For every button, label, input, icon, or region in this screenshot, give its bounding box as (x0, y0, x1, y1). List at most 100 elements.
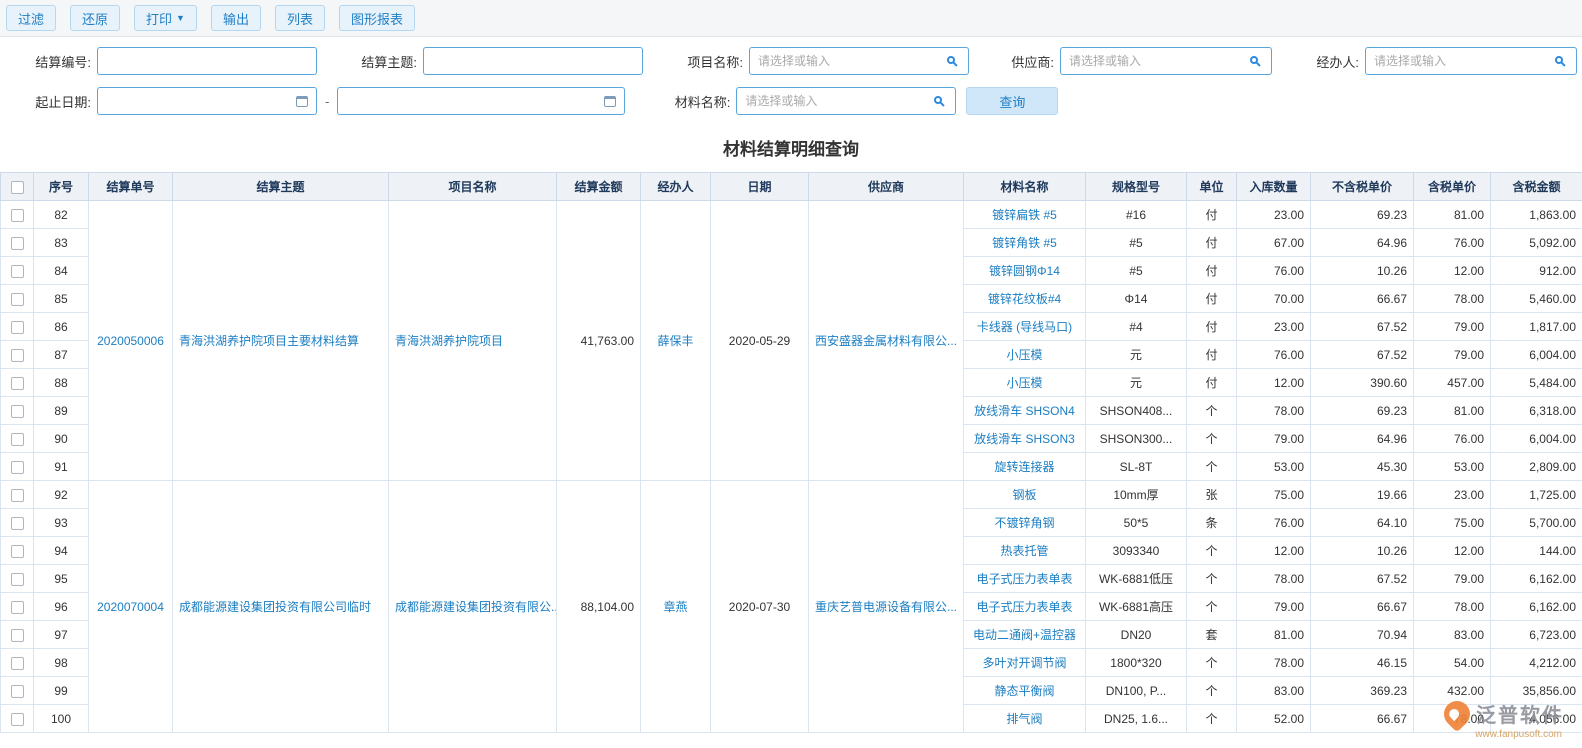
unit-price-incl-tax: 78.00 (1413, 592, 1491, 621)
search-icon[interactable] (947, 56, 955, 64)
unit: 付 (1186, 368, 1237, 397)
unit-price-incl-tax: 81.00 (1413, 396, 1491, 425)
date-to-input[interactable] (337, 87, 626, 115)
supplier-link[interactable]: 西安盛器金属材料有限公... (808, 200, 964, 481)
row-checkbox[interactable] (10, 572, 24, 586)
supplier-input[interactable] (1060, 47, 1272, 75)
handler-input[interactable] (1365, 47, 1577, 75)
filter-button[interactable]: 过滤 (6, 5, 57, 31)
calendar-icon[interactable] (604, 96, 617, 107)
amount-incl-tax: 1,725.00 (1490, 480, 1582, 509)
row-checkbox[interactable] (10, 712, 24, 726)
unit: 个 (1186, 536, 1237, 565)
chart-report-button[interactable]: 图形报表 (339, 5, 416, 31)
material-name-link[interactable]: 镀锌角铁 #5 (963, 228, 1086, 257)
unit-price-excl-tax: 19.66 (1310, 480, 1414, 509)
amount-incl-tax: 6,723.00 (1490, 620, 1582, 649)
spec-model: WK-6881低压 (1085, 564, 1187, 593)
inbound-quantity: 67.00 (1236, 228, 1311, 257)
settlement-topic-link[interactable]: 成都能源建设集团投资有限公司临时 (172, 480, 389, 733)
spec-model: #4 (1085, 312, 1187, 341)
row-checkbox[interactable] (10, 292, 24, 306)
unit-price-incl-tax: 457.00 (1413, 368, 1491, 397)
settlement-no-link[interactable]: 2020050006 (88, 200, 173, 481)
column-header-7: 供应商 (808, 172, 964, 201)
material-name-link[interactable]: 镀锌圆钢Φ14 (963, 256, 1086, 285)
spec-model: DN20 (1085, 620, 1187, 649)
material-name-link[interactable]: 放线滑车 SHSON4 (963, 396, 1086, 425)
row-checkbox[interactable] (10, 208, 24, 222)
row-checkbox[interactable] (10, 376, 24, 390)
table-row: 92 2020070004 成都能源建设集团投资有限公司临时 成都能源建设集团投资有限… (0, 480, 1582, 733)
material-name-link[interactable]: 电子式压力表单表 (963, 564, 1086, 593)
project-name-link[interactable]: 青海洪湖养护院项目 (388, 200, 557, 481)
row-number: 91 (33, 452, 89, 481)
settlement-no-input[interactable] (97, 47, 317, 75)
settlement-no-link[interactable]: 2020070004 (88, 480, 173, 733)
select-all-checkbox[interactable] (10, 180, 24, 194)
material-name-link[interactable]: 电子式压力表单表 (963, 592, 1086, 621)
row-checkbox[interactable] (10, 628, 24, 642)
search-icon[interactable] (934, 96, 943, 104)
project-name-link[interactable]: 成都能源建设集团投资有限公... (388, 480, 557, 733)
row-checkbox[interactable] (10, 488, 24, 502)
material-input[interactable] (736, 87, 957, 115)
material-name-link[interactable]: 不镀锌角钢 (963, 508, 1086, 537)
calendar-icon[interactable] (296, 96, 308, 107)
row-checkbox[interactable] (10, 264, 24, 278)
row-checkbox[interactable] (10, 684, 24, 698)
inbound-quantity: 78.00 (1236, 396, 1311, 425)
material-name-link[interactable]: 卡线器 (导线马口) (963, 312, 1086, 341)
row-number: 89 (33, 396, 89, 425)
row-checkbox[interactable] (10, 516, 24, 530)
restore-button[interactable]: 还原 (70, 5, 121, 31)
print-button[interactable]: 打印 ▼ (134, 5, 197, 31)
handler-label: 经办人: (1316, 54, 1359, 70)
export-button-label: 输出 (222, 11, 249, 27)
material-name-link[interactable]: 小压模 (963, 368, 1086, 397)
material-name-link[interactable]: 钢板 (963, 480, 1086, 509)
unit-price-incl-tax: 12.00 (1413, 256, 1491, 285)
topic-input[interactable] (423, 47, 643, 75)
material-name-link[interactable]: 电动二通阀+温控器 (963, 620, 1086, 649)
handler-link[interactable]: 薛保丰 (640, 200, 711, 481)
list-button[interactable]: 列表 (274, 5, 325, 31)
material-name-link[interactable]: 多叶对开调节阀 (963, 648, 1086, 677)
material-name-link[interactable]: 镀锌花纹板#4 (963, 284, 1086, 313)
supplier-link[interactable]: 重庆艺普电源设备有限公... (808, 480, 964, 733)
row-checkbox[interactable] (10, 460, 24, 474)
unit-price-excl-tax: 67.52 (1310, 564, 1414, 593)
inbound-quantity: 83.00 (1236, 676, 1311, 705)
project-input[interactable] (749, 47, 969, 75)
unit: 个 (1186, 564, 1237, 593)
amount-incl-tax: 5,700.00 (1490, 508, 1582, 537)
unit-price-excl-tax: 67.52 (1310, 340, 1414, 369)
material-name-link[interactable]: 旋转连接器 (963, 452, 1086, 481)
search-icon[interactable] (1250, 56, 1258, 64)
handler-link[interactable]: 章燕 (640, 480, 711, 733)
inbound-quantity: 12.00 (1236, 368, 1311, 397)
settlement-topic-link[interactable]: 青海洪湖养护院项目主要材料结算 (172, 200, 389, 481)
row-number: 87 (33, 340, 89, 369)
material-name-link[interactable]: 热表托管 (963, 536, 1086, 565)
query-button[interactable]: 查询 (966, 87, 1059, 115)
material-name-link[interactable]: 排气阀 (963, 704, 1086, 733)
row-checkbox[interactable] (10, 404, 24, 418)
material-name-link[interactable]: 小压模 (963, 340, 1086, 369)
search-icon[interactable] (1555, 56, 1563, 64)
material-name-link[interactable]: 镀锌扁铁 #5 (963, 200, 1086, 229)
unit-price-excl-tax: 70.94 (1310, 620, 1414, 649)
row-checkbox[interactable] (10, 432, 24, 446)
row-checkbox[interactable] (10, 236, 24, 250)
row-checkbox[interactable] (10, 544, 24, 558)
date-from-input[interactable] (97, 87, 317, 115)
material-name-link[interactable]: 放线滑车 SHSON3 (963, 424, 1086, 453)
amount-incl-tax: 6,004.00 (1490, 424, 1582, 453)
unit-price-excl-tax: 64.96 (1310, 228, 1414, 257)
row-checkbox[interactable] (10, 320, 24, 334)
row-checkbox[interactable] (10, 600, 24, 614)
material-name-link[interactable]: 静态平衡阀 (963, 676, 1086, 705)
export-button[interactable]: 输出 (210, 5, 261, 31)
row-checkbox[interactable] (10, 348, 24, 362)
row-checkbox[interactable] (10, 656, 24, 670)
